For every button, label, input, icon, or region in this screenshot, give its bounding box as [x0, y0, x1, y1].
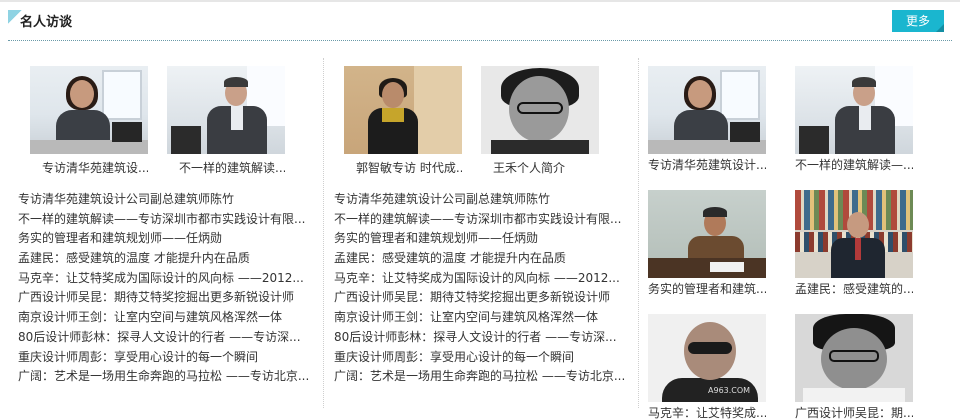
article-link[interactable]: 南京设计师王剑：让室内空间与建筑风格浑然一体 [18, 310, 282, 324]
interview-photo[interactable] [648, 66, 766, 154]
thumb-card[interactable]: 务实的管理者和建筑... [648, 190, 766, 297]
list-item: 重庆设计师周彭：享受用心设计的每一个瞬间 [334, 348, 630, 368]
thumb-card[interactable]: 王禾个人简介 [481, 66, 599, 176]
thumb-caption[interactable]: 马克辛：让艾特奖成... [648, 405, 766, 420]
column-divider [323, 58, 324, 408]
list-item: 广西设计师吴昆：期待艾特奖挖掘出更多新锐设计师 [334, 288, 630, 308]
top-border [0, 0, 960, 2]
article-link[interactable]: 广西设计师吴昆：期待艾特奖挖掘出更多新锐设计师 [18, 290, 294, 304]
interview-column-3: 专访清华苑建筑设计... 不一样的建筑解读—... 务实的管理者和建筑... 孟… [648, 58, 948, 420]
thumb-card[interactable]: 专访清华苑建筑设... [30, 66, 148, 176]
interview-photo[interactable] [30, 66, 148, 154]
list-item: 80后设计师彭林：探寻人文设计的行者 ——专访深... [18, 328, 314, 348]
thumb-caption[interactable]: 专访清华苑建筑设... [30, 160, 148, 176]
article-link[interactable]: 马克辛：让艾特奖成为国际设计的风向标 ——2012... [18, 271, 304, 285]
list-item: 专访清华苑建筑设计公司副总建筑师陈竹 [334, 190, 630, 210]
interview-column-2: 郭智敏专访 时代成... 王禾个人简介 专访清华苑建筑设计公司副总建筑师陈竹 不… [334, 58, 630, 420]
interview-photo[interactable] [795, 190, 913, 278]
section-title-box: 名人访谈 [8, 10, 84, 36]
list-item: 务实的管理者和建筑规划师——任炳勋 [18, 229, 314, 249]
list-item: 广西设计师吴昆：期待艾特奖挖掘出更多新锐设计师 [18, 288, 314, 308]
article-link[interactable]: 广阔：艺术是一场用生命奔跑的马拉松 ——专访北京... [334, 369, 625, 383]
list-item: 广阔：艺术是一场用生命奔跑的马拉松 ——专访北京... [18, 367, 314, 387]
article-link[interactable]: 重庆设计师周彭：享受用心设计的每一个瞬间 [334, 350, 574, 364]
thumb-caption[interactable]: 专访清华苑建筑设计... [648, 157, 766, 173]
thumb-card[interactable]: 广西设计师吴昆：期... [795, 314, 913, 420]
article-link[interactable]: 广阔：艺术是一场用生命奔跑的马拉松 ——专访北京... [18, 369, 309, 383]
thumb-caption[interactable]: 郭智敏专访 时代成... [344, 160, 462, 176]
interview-photo[interactable] [795, 66, 913, 154]
article-link[interactable]: 80后设计师彭林：探寻人文设计的行者 ——专访深... [18, 330, 301, 344]
list-item: 不一样的建筑解读——专访深圳市都市实践设计有限... [334, 210, 630, 230]
thumb-caption[interactable]: 广西设计师吴昆：期... [795, 405, 913, 420]
list-item: 南京设计师王剑：让室内空间与建筑风格浑然一体 [334, 308, 630, 328]
article-link[interactable]: 80后设计师彭林：探寻人文设计的行者 ——专访深... [334, 330, 617, 344]
article-link[interactable]: 专访清华苑建筑设计公司副总建筑师陈竹 [18, 192, 234, 206]
thumb-card[interactable]: 不一样的建筑解读... [167, 66, 285, 176]
thumb-card[interactable]: 不一样的建筑解读—... [795, 66, 913, 173]
article-link[interactable]: 孟建民：感受建筑的温度 才能提升内在品质 [18, 251, 250, 265]
article-link[interactable]: 务实的管理者和建筑规划师——任炳勋 [334, 231, 538, 245]
interview-column-1: 专访清华苑建筑设... 不一样的建筑解读... 专访清华苑建筑设计公司副总建筑师… [18, 58, 314, 420]
thumb-caption[interactable]: 孟建民：感受建筑的... [795, 281, 913, 297]
article-link[interactable]: 马克辛：让艾特奖成为国际设计的风向标 ——2012... [334, 271, 620, 285]
list-item: 重庆设计师周彭：享受用心设计的每一个瞬间 [18, 348, 314, 368]
column-divider [638, 58, 639, 408]
interview-photo[interactable] [648, 190, 766, 278]
interview-photo[interactable] [795, 314, 913, 402]
article-link[interactable]: 务实的管理者和建筑规划师——任炳勋 [18, 231, 222, 245]
thumb-caption[interactable]: 王禾个人简介 [481, 160, 599, 176]
list-item: 80后设计师彭林：探寻人文设计的行者 ——专访深... [334, 328, 630, 348]
article-link[interactable]: 广西设计师吴昆：期待艾特奖挖掘出更多新锐设计师 [334, 290, 610, 304]
interview-photo[interactable] [481, 66, 599, 154]
header-divider [8, 40, 952, 41]
interview-photo[interactable] [167, 66, 285, 154]
photo-watermark: A963.COM [708, 386, 751, 395]
more-button[interactable]: 更多 [892, 10, 944, 32]
article-list: 专访清华苑建筑设计公司副总建筑师陈竹 不一样的建筑解读——专访深圳市都市实践设计… [18, 190, 314, 387]
section-header: 名人访谈 更多 [0, 0, 960, 44]
list-item: 广阔：艺术是一场用生命奔跑的马拉松 ——专访北京... [334, 367, 630, 387]
article-link[interactable]: 重庆设计师周彭：享受用心设计的每一个瞬间 [18, 350, 258, 364]
thumb-card[interactable]: 孟建民：感受建筑的... [795, 190, 913, 297]
article-link[interactable]: 南京设计师王剑：让室内空间与建筑风格浑然一体 [334, 310, 598, 324]
article-link[interactable]: 不一样的建筑解读——专访深圳市都市实践设计有限... [334, 212, 621, 226]
list-item: 务实的管理者和建筑规划师——任炳勋 [334, 229, 630, 249]
list-item: 马克辛：让艾特奖成为国际设计的风向标 ——2012... [334, 269, 630, 289]
list-item: 专访清华苑建筑设计公司副总建筑师陈竹 [18, 190, 314, 210]
thumb-caption[interactable]: 务实的管理者和建筑... [648, 281, 766, 297]
thumb-caption[interactable]: 不一样的建筑解读... [167, 160, 285, 176]
article-list: 专访清华苑建筑设计公司副总建筑师陈竹 不一样的建筑解读——专访深圳市都市实践设计… [334, 190, 630, 387]
thumb-card[interactable]: 专访清华苑建筑设计... [648, 66, 766, 173]
article-link[interactable]: 不一样的建筑解读——专访深圳市都市实践设计有限... [18, 212, 305, 226]
interview-photo[interactable]: A963.COM [648, 314, 766, 402]
thumb-card[interactable]: A963.COM 马克辛：让艾特奖成... [648, 314, 766, 420]
section-title: 名人访谈 [20, 15, 73, 30]
thumb-caption[interactable]: 不一样的建筑解读—... [795, 157, 913, 173]
list-item: 孟建民：感受建筑的温度 才能提升内在品质 [334, 249, 630, 269]
list-item: 南京设计师王剑：让室内空间与建筑风格浑然一体 [18, 308, 314, 328]
list-item: 孟建民：感受建筑的温度 才能提升内在品质 [18, 249, 314, 269]
list-item: 不一样的建筑解读——专访深圳市都市实践设计有限... [18, 210, 314, 230]
interview-photo[interactable] [344, 66, 462, 154]
article-link[interactable]: 孟建民：感受建筑的温度 才能提升内在品质 [334, 251, 566, 265]
article-link[interactable]: 专访清华苑建筑设计公司副总建筑师陈竹 [334, 192, 550, 206]
thumb-card[interactable]: 郭智敏专访 时代成... [344, 66, 462, 176]
list-item: 马克辛：让艾特奖成为国际设计的风向标 ——2012... [18, 269, 314, 289]
